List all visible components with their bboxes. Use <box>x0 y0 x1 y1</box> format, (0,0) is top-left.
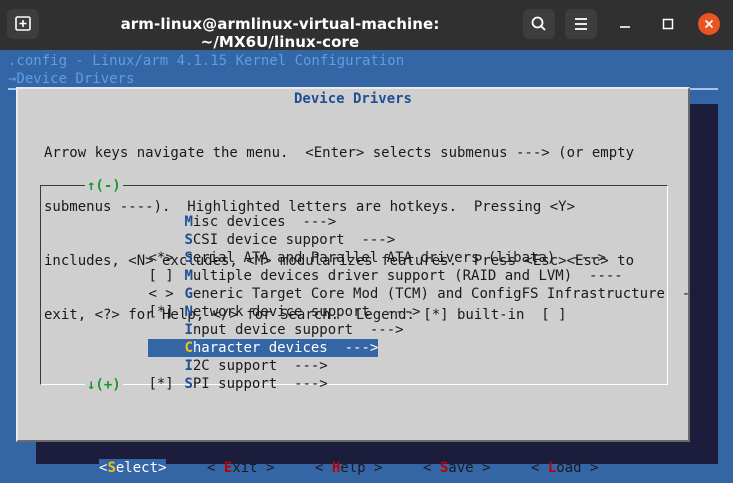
window-titlebar: arm-linux@armlinux-virtual-machine: ~/MX… <box>0 0 733 51</box>
save-button[interactable]: < Save > <box>423 459 490 477</box>
menu-item-sata[interactable]: <*> Serial ATA and Parallel ATA drivers (… <box>81 231 605 266</box>
help-button[interactable]: < Help > <box>315 459 382 477</box>
window-title: arm-linux@armlinux-virtual-machine: ~/MX… <box>120 15 440 51</box>
menu-item-marker: [*] <box>148 376 174 392</box>
button-bracket: < <box>531 460 548 476</box>
menuconfig-dialog: Device Drivers Arrow keys navigate the m… <box>16 87 699 477</box>
load-button[interactable]: < Load > <box>531 459 598 477</box>
dialog-title: Device Drivers <box>293 91 412 107</box>
menu-item-spi[interactable]: [*] SPI support ---> <box>81 357 327 392</box>
button-label: elp > <box>340 460 383 476</box>
menu-item-i2c[interactable]: I2C support ---> <box>81 339 327 374</box>
menu-item-network-device[interactable]: [*] Network device support ---> <box>81 285 420 320</box>
new-tab-icon[interactable] <box>7 9 39 39</box>
help-line: Arrow keys navigate the menu. <Enter> se… <box>44 145 635 161</box>
exit-button[interactable]: < Exit > <box>207 459 274 477</box>
button-bracket: < <box>207 460 224 476</box>
hamburger-menu-icon[interactable] <box>565 9 597 39</box>
select-button[interactable]: <Select> <box>99 459 167 477</box>
search-icon[interactable] <box>523 9 555 39</box>
config-header: .config - Linux/arm 4.1.15 Kernel Config… <box>8 53 405 69</box>
maximize-icon[interactable] <box>657 13 679 35</box>
button-bracket: < <box>423 460 440 476</box>
menu-item-input-device[interactable]: Input device support ---> <box>81 303 403 338</box>
button-label: xit > <box>232 460 275 476</box>
button-label: elect> <box>115 460 167 476</box>
button-label: ave > <box>448 460 491 476</box>
scroll-down-indicator[interactable]: ↓(+) <box>85 376 123 394</box>
menu-list: ↑(-) Misc devices ---> SCSI device suppo… <box>40 177 699 394</box>
menu-item-scsi[interactable]: SCSI device support ---> <box>81 213 395 248</box>
button-label: oad > <box>556 460 599 476</box>
terminal-area[interactable]: .config - Linux/arm 4.1.15 Kernel Config… <box>0 50 733 483</box>
menu-item-character-devices[interactable]: Character devices ---> <box>81 321 379 357</box>
close-icon[interactable] <box>698 13 720 35</box>
menu-item-label: PI support ---> <box>192 376 328 392</box>
menu-item-multiple-devices[interactable]: [ ] Multiple devices driver support (RAID… <box>81 249 622 284</box>
scroll-up-indicator[interactable]: ↑(-) <box>85 177 123 195</box>
menu-item-generic-target[interactable]: < > Generic Target Core Mod (TCM) and Con… <box>81 267 698 302</box>
minimize-icon[interactable] <box>614 13 636 35</box>
menu-item-misc-devices[interactable]: Misc devices ---> <box>81 195 336 230</box>
breadcrumb: →Device Drivers <box>8 71 135 87</box>
menu-item-hotkey: S <box>184 376 193 392</box>
button-hotkey: S <box>107 460 116 476</box>
button-bracket: < <box>315 460 332 476</box>
